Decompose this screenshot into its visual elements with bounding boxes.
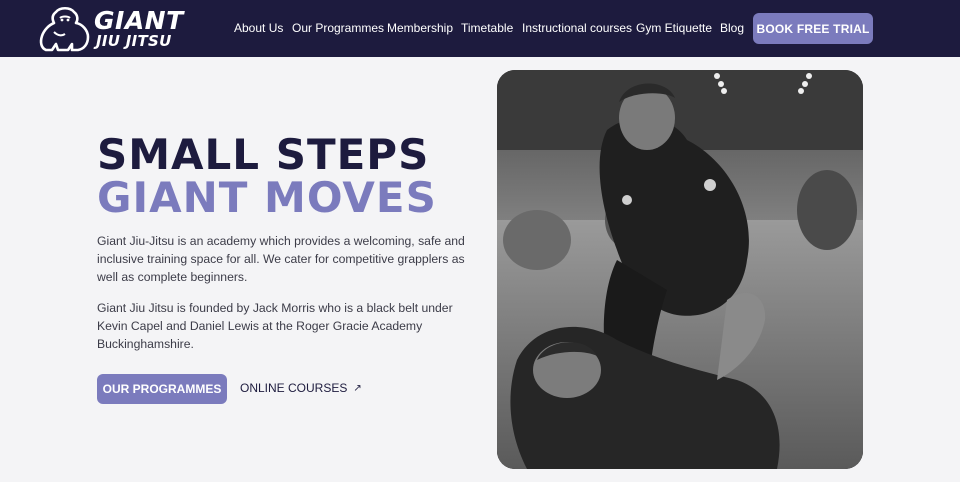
hero-photo-bjj-training [497, 70, 863, 469]
intro-paragraph: Giant Jiu-Jitsu is an academy which prov… [97, 234, 465, 284]
nav-membership[interactable]: Membership [387, 21, 453, 35]
founder-paragraph: Giant Jiu Jitsu is founded by Jack Morri… [97, 301, 453, 351]
top-navigation-bar: GIANT JIU JITSU About Us Our Programmes … [0, 0, 960, 57]
hero-photo-illustration [497, 70, 863, 469]
nav-our-programmes[interactable]: Our Programmes [292, 21, 384, 35]
nav-instructional-courses[interactable]: Instructional courses [522, 21, 632, 35]
site-logo[interactable]: GIANT JIU JITSU [38, 6, 198, 52]
book-free-trial-button[interactable]: BOOK FREE TRIAL [753, 13, 873, 44]
nav-blog[interactable]: Blog [720, 21, 744, 35]
our-programmes-button[interactable]: OUR PROGRAMMES [97, 374, 227, 404]
gorilla-logo-icon [39, 6, 90, 52]
logo-text-giant: GIANT [94, 6, 184, 35]
nav-timetable[interactable]: Timetable [461, 21, 513, 35]
logo-text-jiu-jitsu: JIU JITSU [96, 32, 172, 50]
arrow-up-right-icon: ↗ [353, 382, 362, 394]
nav-gym-etiquette[interactable]: Gym Etiquette [636, 21, 712, 35]
headline-line-2: GIANT MOVES [97, 173, 437, 222]
online-courses-label: ONLINE COURSES [240, 381, 348, 395]
headline-line-1: SMALL STEPS [97, 130, 430, 179]
hero-headline: SMALL STEPS GIANT MOVES [97, 133, 437, 219]
online-courses-link[interactable]: ONLINE COURSES ↗ [240, 381, 362, 395]
nav-about-us[interactable]: About Us [234, 21, 283, 35]
